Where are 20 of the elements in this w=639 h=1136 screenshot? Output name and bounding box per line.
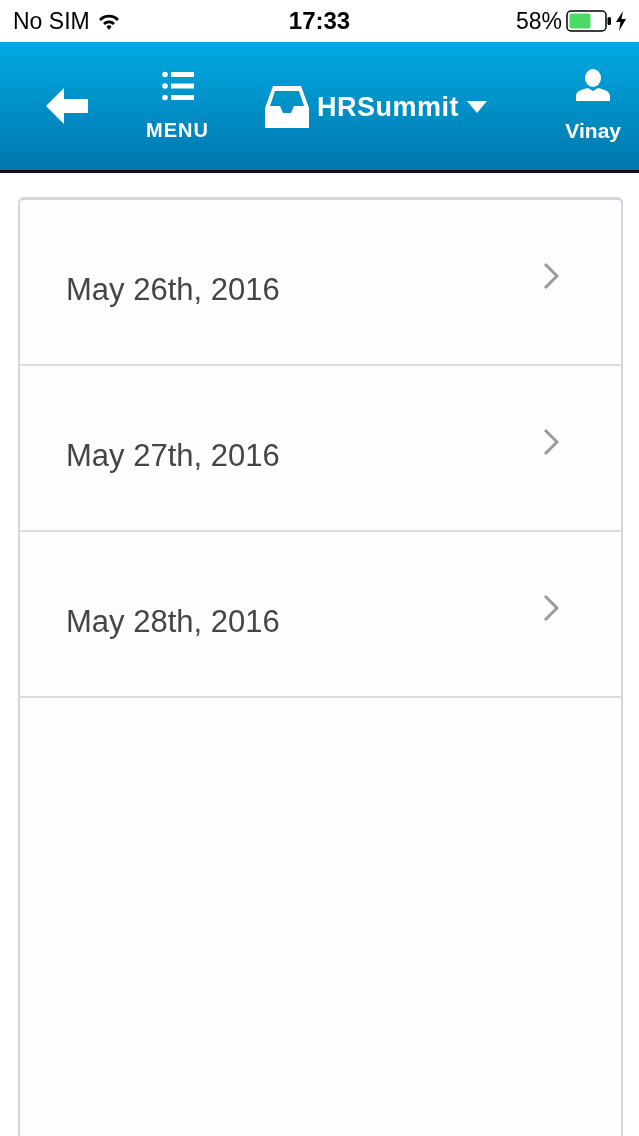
inbox-tray-icon xyxy=(265,86,309,128)
event-selector[interactable]: HRSummit xyxy=(265,84,487,128)
charging-bolt-icon xyxy=(616,11,626,31)
battery-percentage: 58% xyxy=(515,6,562,36)
back-arrow-icon xyxy=(46,88,88,124)
battery-icon xyxy=(566,10,612,32)
user-button[interactable]: Vinay xyxy=(565,65,621,147)
menu-button[interactable]: MENU xyxy=(130,42,225,170)
chevron-right-icon xyxy=(543,594,559,622)
date-row[interactable]: May 27th, 2016 xyxy=(20,366,621,532)
chevron-right-icon xyxy=(543,262,559,290)
caret-down-icon xyxy=(467,101,487,113)
chevron-right-icon xyxy=(543,428,559,456)
user-icon xyxy=(576,69,611,102)
date-row[interactable]: May 28th, 2016 xyxy=(20,532,621,698)
carrier-label: No SIM xyxy=(13,6,90,36)
date-row[interactable]: May 26th, 2016 xyxy=(20,200,621,366)
clock-time: 17:33 xyxy=(288,6,351,36)
list-icon xyxy=(161,71,194,101)
wifi-icon xyxy=(97,12,120,30)
